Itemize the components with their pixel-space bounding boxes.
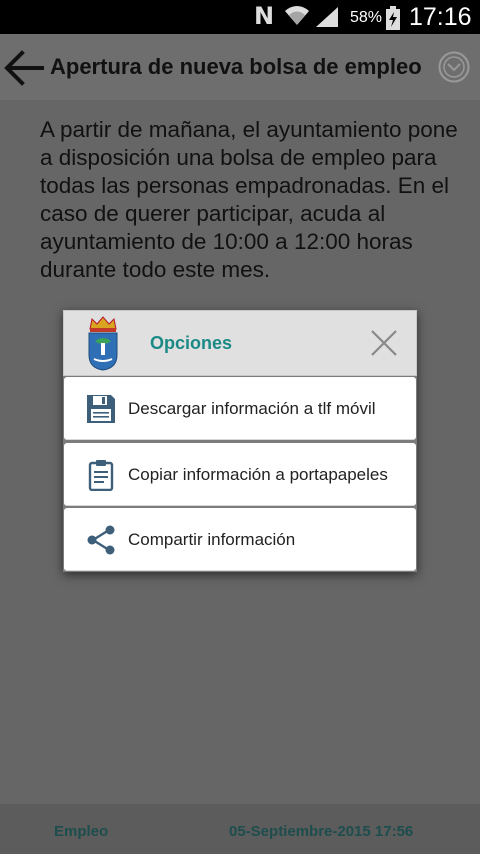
clock: 17:16: [409, 3, 472, 31]
clipboard-icon: [88, 460, 114, 491]
back-arrow-icon[interactable]: [2, 48, 46, 88]
wifi-icon: [285, 6, 309, 25]
news-date: 05-Septiembre-2015 17:56: [229, 823, 414, 840]
download-option-label: Descargar información a tlf móvil: [128, 399, 376, 418]
close-icon[interactable]: [369, 328, 399, 358]
status-bar: N 58% 17:16: [0, 0, 480, 34]
floppy-disk-icon: [87, 395, 115, 423]
news-category: Empleo: [54, 823, 109, 840]
battery-charging-icon: [386, 6, 400, 30]
chevron-down-circle-icon[interactable]: [438, 51, 470, 83]
news-body: A partir de mañana, el ayuntamiento pone…: [40, 117, 458, 282]
dialog-header: Opciones: [63, 310, 417, 376]
page-title: Apertura de nueva bolsa de empleo: [50, 54, 422, 79]
share-option[interactable]: Compartir información: [64, 508, 416, 571]
download-option[interactable]: Descargar información a tlf móvil: [64, 377, 416, 440]
dialog-title: Opciones: [150, 333, 233, 353]
share-option-label: Compartir información: [128, 530, 296, 549]
signal-icon: [316, 7, 338, 27]
nfc-icon: N: [254, 2, 275, 30]
footer-bar: Empleo 05-Septiembre-2015 17:56: [0, 804, 480, 854]
battery-percent: 58%: [350, 9, 383, 26]
share-icon: [87, 525, 115, 555]
copy-option[interactable]: Copiar información a portapapeles: [64, 443, 416, 506]
options-dialog: Opciones Descargar información a tlf móv…: [63, 310, 417, 572]
copy-option-label: Copiar información a portapapeles: [128, 465, 388, 484]
app-bar: Apertura de nueva bolsa de empleo: [0, 34, 480, 100]
coat-of-arms-icon: [88, 316, 118, 371]
